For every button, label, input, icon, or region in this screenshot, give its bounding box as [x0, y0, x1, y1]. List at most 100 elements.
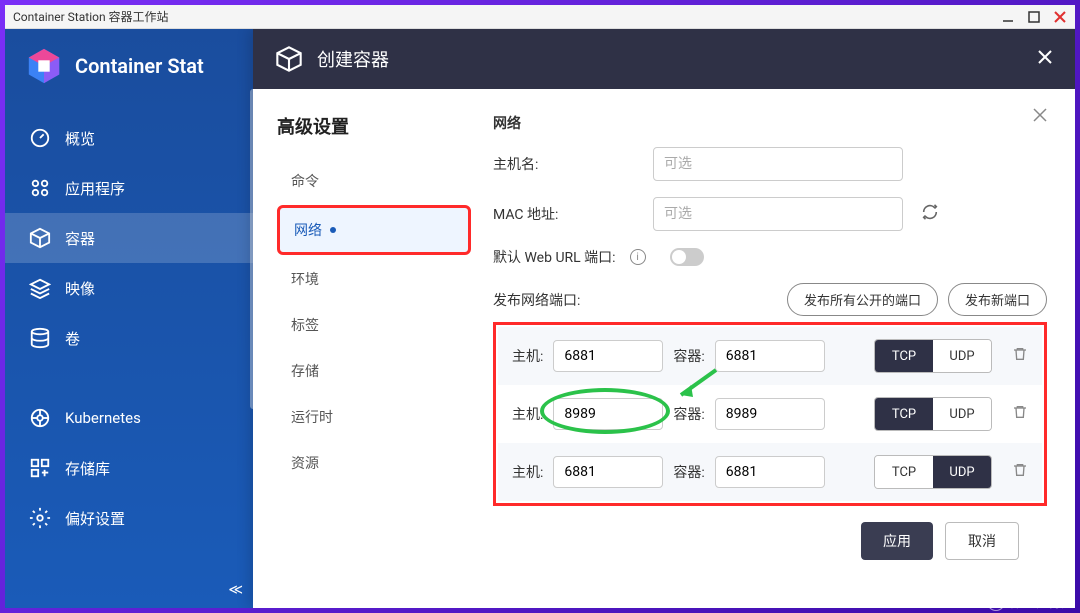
hostname-label: 主机名: [493, 154, 643, 174]
delete-row-button[interactable] [1012, 346, 1028, 366]
form-area: 网络 主机名: MAC 地址: 默认 Web URL 端口: [483, 89, 1075, 608]
sidebar-item-label: Kubernetes [65, 409, 141, 427]
protocol-group: TCP UDP [874, 397, 992, 431]
publish-all-button[interactable]: 发布所有公开的端口 [787, 283, 938, 316]
modal-body: 高级设置 命令 网络 环境 标签 存储 运行时 资源 [253, 89, 1075, 608]
sidebar-item-overview[interactable]: 概览 [5, 113, 253, 163]
hostname-input[interactable] [653, 147, 903, 181]
container-port-input[interactable] [715, 340, 825, 372]
settings-title: 高级设置 [277, 113, 349, 139]
maximize-button[interactable] [1027, 10, 1041, 24]
tcp-button[interactable]: TCP [875, 456, 933, 488]
container-port-input[interactable] [715, 398, 825, 430]
publish-label: 发布网络端口: [493, 290, 643, 310]
grid-plus-icon [29, 457, 51, 479]
delete-row-button[interactable] [1012, 462, 1028, 482]
publish-new-button[interactable]: 发布新端口 [948, 283, 1047, 316]
host-port-input[interactable] [553, 398, 663, 430]
collapse-sidebar-button[interactable]: ≪ [228, 582, 243, 598]
mac-label: MAC 地址: [493, 204, 643, 224]
window-body: Container Stat 概览 应用程序 容器 映像 [5, 29, 1075, 608]
sidebar-item-label: 卷 [65, 328, 80, 349]
host-port-input[interactable] [553, 456, 663, 488]
hostname-row: 主机名: [493, 147, 1047, 181]
app-name: Container Stat [75, 54, 204, 78]
close-button[interactable] [1053, 10, 1067, 24]
sidebar-item-applications[interactable]: 应用程序 [5, 163, 253, 213]
host-port-input[interactable] [553, 340, 663, 372]
sidebar-item-images[interactable]: 映像 [5, 263, 253, 313]
mac-input[interactable] [653, 197, 903, 231]
port-mappings-table: 主机: 容器: TCP UDP 主机: [493, 322, 1047, 506]
create-container-modal: 创建容器 高级设置 命令 网络 环境 标签 存储 [253, 29, 1075, 608]
tab-network[interactable]: 网络 [277, 205, 471, 255]
modal-close-button[interactable] [1037, 49, 1053, 70]
sidebar: Container Stat 概览 应用程序 容器 映像 [5, 29, 253, 608]
settings-tabs: 命令 网络 环境 标签 存储 运行时 资源 [277, 159, 471, 485]
refresh-mac-button[interactable] [921, 203, 939, 225]
apply-button[interactable]: 应用 [861, 522, 933, 560]
web-url-row: 默认 Web URL 端口: i [493, 247, 1047, 267]
titlebar: Container Station 容器工作站 [5, 5, 1075, 29]
tcp-button[interactable]: TCP [875, 340, 933, 372]
sidebar-nav: 概览 应用程序 容器 映像 卷 [5, 103, 253, 608]
container-port-input[interactable] [715, 456, 825, 488]
sidebar-item-preferences[interactable]: 偏好设置 [5, 493, 253, 543]
udp-button[interactable]: UDP [933, 456, 991, 488]
udp-button[interactable]: UDP [933, 340, 991, 372]
tab-runtime[interactable]: 运行时 [277, 395, 471, 439]
cube-outline-icon [275, 45, 303, 73]
database-icon [29, 327, 51, 349]
protocol-group: TCP UDP [874, 455, 992, 489]
tcp-button[interactable]: TCP [875, 398, 933, 430]
tab-label: 环境 [291, 269, 319, 289]
sidebar-item-label: 应用程序 [65, 178, 125, 199]
settings-panel: 高级设置 命令 网络 环境 标签 存储 运行时 资源 [253, 89, 483, 608]
gauge-icon [29, 127, 51, 149]
tab-label: 标签 [291, 315, 319, 335]
cancel-button[interactable]: 取消 [945, 522, 1019, 560]
host-label: 主机: [512, 462, 543, 482]
web-url-toggle[interactable] [670, 248, 704, 266]
minimize-button[interactable] [1001, 10, 1015, 24]
helm-icon [29, 407, 51, 429]
container-label: 容器: [673, 346, 704, 366]
sidebar-item-volumes[interactable]: 卷 [5, 313, 253, 363]
changed-indicator-icon [330, 227, 336, 233]
sidebar-item-repository[interactable]: 存储库 [5, 443, 253, 493]
udp-button[interactable]: UDP [933, 398, 991, 430]
container-label: 容器: [673, 404, 704, 424]
gear-icon [29, 507, 51, 529]
port-row: 主机: 容器: TCP UDP [498, 443, 1042, 501]
port-row: 主机: 容器: TCP UDP [498, 385, 1042, 443]
protocol-group: TCP UDP [874, 339, 992, 373]
info-icon[interactable]: i [630, 249, 646, 265]
sidebar-item-label: 偏好设置 [65, 508, 125, 529]
tab-label: 存储 [291, 361, 319, 381]
section-heading: 网络 [493, 113, 1047, 133]
sidebar-item-containers[interactable]: 容器 [5, 213, 253, 263]
modal-title: 创建容器 [317, 46, 389, 72]
tab-resources[interactable]: 资源 [277, 441, 471, 485]
sidebar-item-label: 存储库 [65, 458, 110, 479]
sidebar-item-label: 映像 [65, 278, 95, 299]
tab-label: 命令 [291, 171, 319, 191]
tab-command[interactable]: 命令 [277, 159, 471, 203]
sidebar-header: Container Stat [5, 29, 253, 103]
port-row: 主机: 容器: TCP UDP [498, 327, 1042, 385]
delete-row-button[interactable] [1012, 404, 1028, 424]
tab-storage[interactable]: 存储 [277, 349, 471, 393]
panel-close-button[interactable] [1033, 107, 1047, 126]
cube-icon [29, 227, 51, 249]
sidebar-item-kubernetes[interactable]: Kubernetes [5, 393, 253, 443]
sidebar-item-label: 概览 [65, 128, 95, 149]
layers-icon [29, 277, 51, 299]
window-title: Container Station 容器工作站 [13, 8, 169, 25]
container-label: 容器: [673, 462, 704, 482]
window-controls [1001, 10, 1067, 24]
tab-environment[interactable]: 环境 [277, 257, 471, 301]
tab-labels[interactable]: 标签 [277, 303, 471, 347]
modal-footer: 应用 取消 [493, 506, 1047, 576]
tab-label: 资源 [291, 453, 319, 473]
publish-row: 发布网络端口: 发布所有公开的端口 发布新端口 [493, 283, 1047, 316]
